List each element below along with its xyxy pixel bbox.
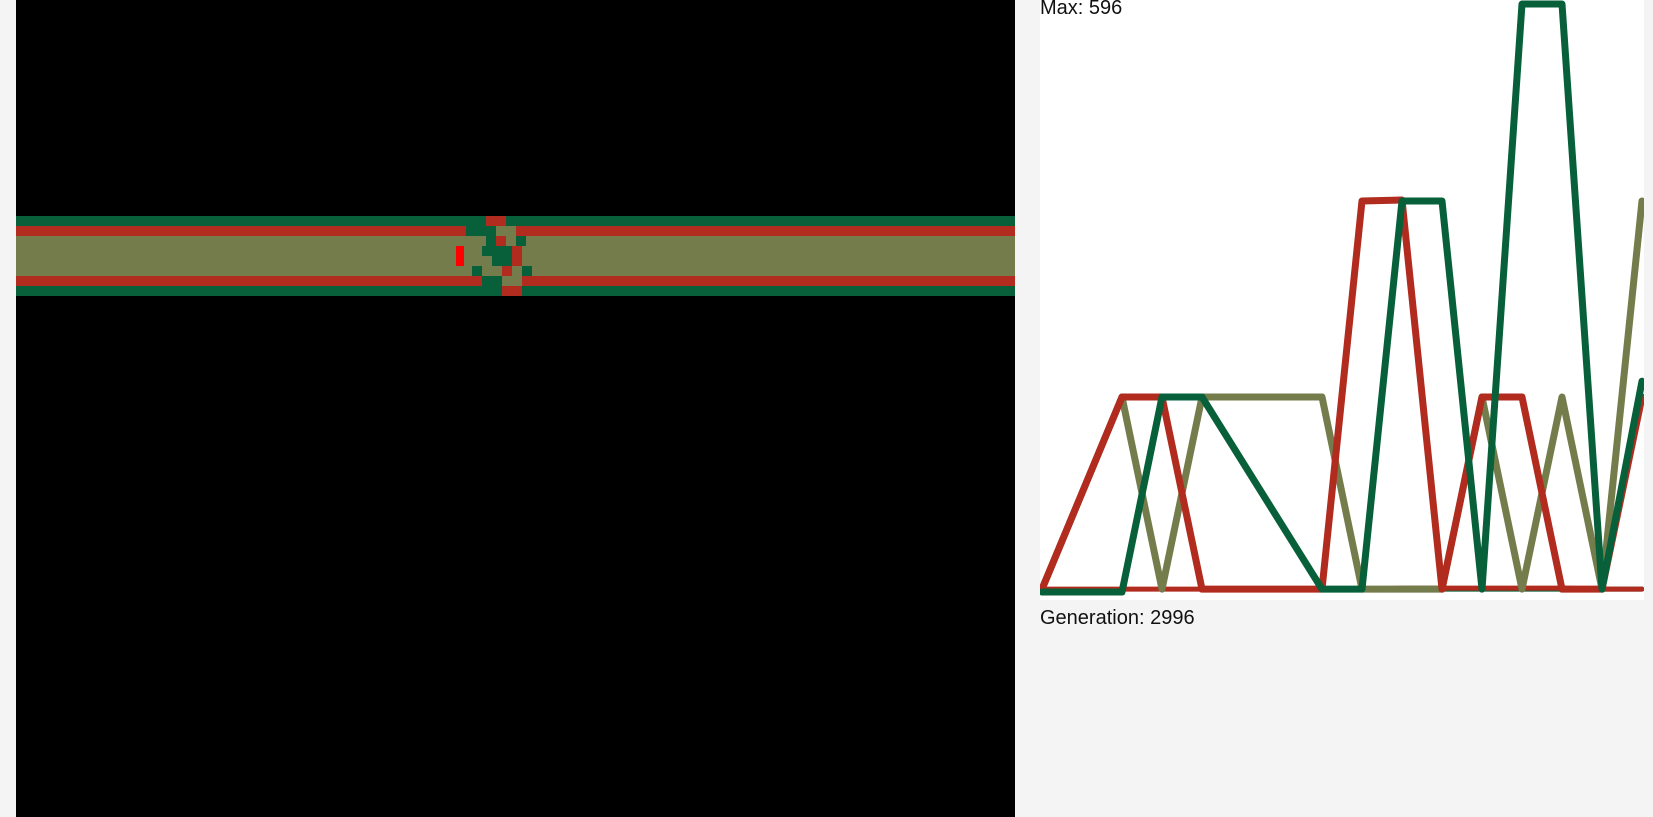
- interface-cell-21: [482, 276, 502, 286]
- interface-cell-15: [522, 246, 532, 266]
- interface-cell-11: [472, 246, 482, 266]
- interface-cell-7: [486, 236, 496, 246]
- interface-cell-12: [482, 246, 492, 256]
- interface-cell-0: [466, 216, 486, 226]
- interface-cell-8: [496, 236, 506, 246]
- interface-cell-9: [506, 236, 516, 246]
- interface-cell-17: [482, 266, 502, 276]
- population-chart: [1040, 0, 1644, 596]
- interface-cell-23: [482, 286, 502, 296]
- interface-cell-19: [512, 266, 522, 276]
- interface-cell-4: [476, 226, 496, 236]
- max-readout: Max: 596: [1040, 0, 1123, 19]
- interface-cell-14: [512, 246, 522, 266]
- cell-grid: [16, 216, 1015, 296]
- interface-cell-18: [502, 266, 512, 276]
- simulation-canvas[interactable]: [16, 0, 1015, 817]
- interface-cell-5: [496, 226, 516, 236]
- interface-cell-2: [506, 216, 516, 226]
- interface-cell-1: [486, 216, 506, 226]
- population-graph-panel: Max: 596 Generation: 2996: [1040, 0, 1644, 640]
- interface-cell-20: [522, 266, 532, 276]
- app-window: Max: 596 Generation: 2996: [0, 0, 1653, 817]
- graph-plot-area: [1040, 0, 1644, 600]
- interface-cell-25: [456, 246, 464, 266]
- interface-cell-10: [516, 236, 526, 246]
- generation-readout: Generation: 2996: [1040, 607, 1195, 629]
- interface-cell-13: [492, 246, 512, 266]
- interface-cell-3: [466, 226, 476, 236]
- interface-cell-16: [472, 266, 482, 276]
- interface-cell-24: [502, 286, 522, 296]
- interface-cell-22: [502, 276, 522, 286]
- interface-cell-6: [466, 236, 486, 246]
